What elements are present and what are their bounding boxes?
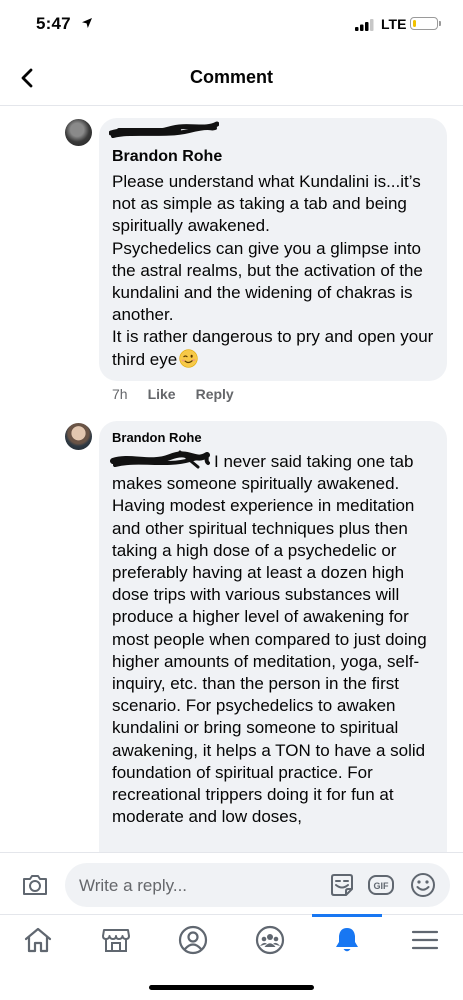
home-icon (24, 927, 52, 953)
gif-icon[interactable]: GIF (367, 871, 395, 899)
groups-icon (255, 925, 285, 955)
page-title: Comment (189, 67, 273, 87)
header: Comment (0, 50, 463, 106)
emoji-icon[interactable] (409, 871, 437, 899)
signal-icon (355, 19, 374, 31)
active-tab-indicator (312, 914, 382, 917)
reply-input[interactable]: Write a reply... GIF (65, 863, 450, 907)
avatar[interactable] (65, 423, 92, 450)
comment-text-body: Please understand what Kundalini is...it… (112, 172, 434, 369)
tab-marketplace[interactable] (99, 923, 133, 957)
comment-text: Please understand what Kundalini is...it… (112, 171, 442, 371)
avatar[interactable] (65, 119, 92, 146)
battery-icon (410, 17, 438, 30)
location-arrow-icon (82, 18, 92, 28)
comment-timestamp: 7h (112, 386, 128, 402)
svg-text:GIF: GIF (374, 881, 390, 891)
redaction-scribble (109, 121, 219, 138)
reply-button[interactable]: Reply (196, 386, 234, 402)
sticker-icon[interactable] (328, 871, 356, 899)
battery-tip (439, 21, 441, 26)
like-button[interactable]: Like (148, 386, 176, 402)
comment-meta: 7h Like Reply (112, 386, 254, 402)
menu-icon (411, 930, 439, 950)
tab-home[interactable] (21, 923, 55, 957)
tab-profile[interactable] (176, 923, 210, 957)
comment-text: I never said taking one tab makes someon… (112, 452, 427, 827)
tab-notifications[interactable] (330, 923, 364, 957)
network-type: LTE (381, 16, 407, 32)
reply-placeholder: Write a reply... (79, 876, 188, 895)
battery-level (412, 19, 416, 27)
winking-face-emoji (179, 349, 198, 368)
marketplace-icon (102, 929, 130, 952)
notifications-icon (336, 928, 358, 952)
status-bar: 5:47 LTE (0, 0, 463, 50)
comment-author[interactable]: Brandon Rohe (112, 148, 222, 166)
reply-composer: Write a reply... GIF (0, 852, 463, 914)
tab-groups[interactable] (253, 923, 287, 957)
tab-menu[interactable] (408, 923, 442, 957)
camera-icon[interactable] (20, 870, 50, 900)
home-indicator (149, 985, 314, 990)
status-time: 5:47 (36, 14, 71, 33)
profile-icon (178, 925, 208, 955)
comment-author[interactable]: Brandon Rohe (112, 430, 202, 445)
